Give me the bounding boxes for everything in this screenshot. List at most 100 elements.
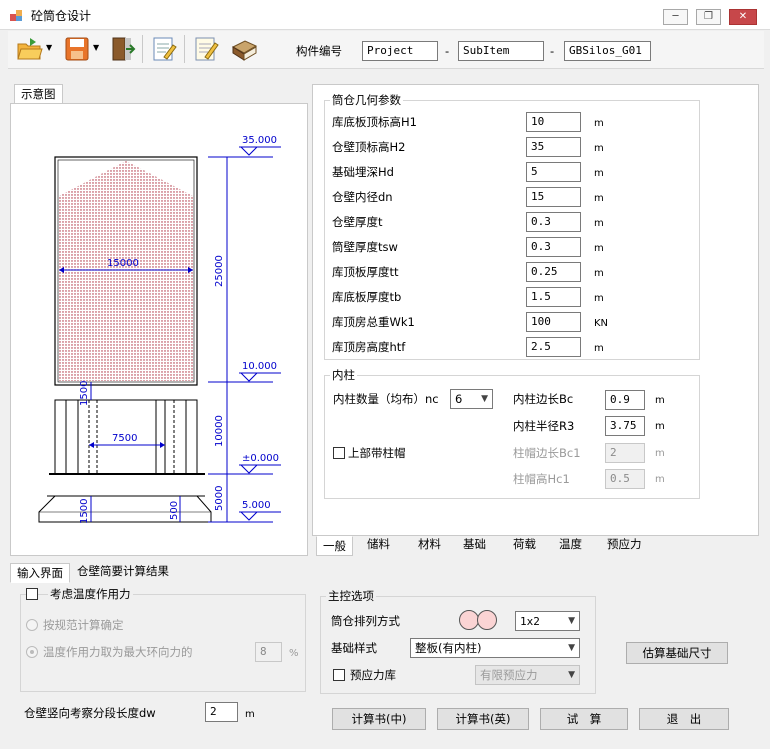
chevron-down-icon: ▼ — [481, 394, 488, 404]
cap-side-field[interactable]: 2 — [605, 443, 645, 463]
column-side-label: 内柱边长Bc — [513, 392, 574, 406]
geom-unit: m — [594, 243, 604, 254]
geom-label: 仓壁顶标高H2 — [332, 140, 406, 154]
geom-label: 仓壁内径dn — [332, 190, 393, 204]
percent-field[interactable]: 8 — [255, 642, 282, 662]
save-dropdown-icon[interactable]: ▼ — [93, 43, 99, 52]
chevron-down-icon: ▼ — [568, 670, 575, 680]
height-dim-label: 25000 — [214, 255, 225, 287]
separator-dash: - — [550, 44, 555, 58]
calc-report-en-button[interactable]: 计算书(英) — [437, 708, 529, 730]
notepad-icon[interactable] — [150, 35, 178, 63]
tab-diagram[interactable]: 示意图 — [14, 84, 63, 104]
percent-unit: % — [289, 648, 299, 659]
tab-input[interactable]: 输入界面 — [10, 563, 70, 583]
geometry-group-title: 筒仓几何参数 — [330, 93, 403, 107]
minimize-button[interactable]: ─ — [663, 9, 688, 25]
close-button[interactable]: ✕ — [729, 9, 757, 25]
geom-label: 基础埋深Hd — [332, 165, 394, 179]
arrange-select[interactable]: 1x2 ▼ — [515, 611, 580, 631]
column-radius-field[interactable]: 3.75 — [605, 416, 645, 436]
column-radius-unit: m — [655, 421, 665, 432]
elevation-bottom-label: 5.000 — [242, 500, 271, 511]
estimate-foundation-button[interactable]: 估算基础尺寸 — [626, 642, 728, 664]
cap-side-unit: m — [655, 448, 665, 459]
temperature-checkbox[interactable] — [26, 588, 38, 600]
geom-field[interactable]: 100 — [526, 312, 581, 332]
prestress-checkbox[interactable] — [333, 669, 345, 681]
geom-unit: m — [594, 168, 604, 179]
main-options-title: 主控选项 — [326, 589, 376, 603]
segment-length-label: 仓壁竖向考察分段长度dw — [24, 706, 156, 720]
foundation-select[interactable]: 整板(有内柱) ▼ — [410, 638, 580, 658]
geom-unit: m — [594, 193, 604, 204]
elevation-top-label: 35.000 — [242, 135, 277, 146]
exit-door-icon[interactable] — [108, 35, 136, 63]
open-dropdown-icon[interactable]: ▼ — [46, 43, 52, 52]
toolbar-separator — [184, 35, 185, 63]
slab-dim-label: 1500 — [79, 381, 90, 406]
edit-note-icon[interactable] — [192, 35, 220, 63]
foundation-label: 基础样式 — [331, 641, 377, 655]
segment-length-field[interactable]: 2 — [205, 702, 238, 722]
geom-field[interactable]: 1.5 — [526, 287, 581, 307]
column-cap-label: 上部带柱帽 — [348, 446, 406, 460]
tab-param-6[interactable]: 预应力 — [600, 534, 649, 554]
geom-unit: m — [594, 218, 604, 229]
project-field[interactable]: Project — [362, 41, 438, 61]
tab-param-5[interactable]: 温度 — [552, 534, 589, 554]
geom-field[interactable]: 15 — [526, 187, 581, 207]
cap-side-label: 柱帽边长Bc1 — [513, 446, 581, 460]
column-spacing-label: 7500 — [112, 433, 137, 444]
column-side-field[interactable]: 0.9 — [605, 390, 645, 410]
by-spec-radio[interactable] — [26, 619, 38, 631]
tab-param-3[interactable]: 基础 — [456, 534, 493, 554]
foundation-dim-label: 1500 — [79, 499, 90, 524]
geom-field[interactable]: 5 — [526, 162, 581, 182]
app-icon — [10, 9, 23, 22]
diameter-dim-label: 15000 — [107, 258, 139, 269]
geom-field[interactable]: 10 — [526, 112, 581, 132]
column-count-value: 6 — [455, 392, 463, 406]
max-ring-label: 温度作用力取为最大环向力的 — [43, 645, 193, 659]
geom-field[interactable]: 0.3 — [526, 212, 581, 232]
maximize-button[interactable]: ❐ — [696, 9, 721, 25]
segment-length-unit: m — [245, 709, 255, 720]
silo-elevation-drawing: 35.000 10.000 ±0.000 5.000 15000 7500 25… — [38, 135, 281, 524]
prestress-label: 预应力库 — [350, 668, 396, 682]
exit-button[interactable]: 退 出 — [639, 708, 729, 730]
open-folder-icon[interactable] — [16, 35, 44, 63]
component-id-label: 构件编号 — [296, 44, 342, 58]
toolbar: ▼ ▼ 构件编号 Project - SubItem - GBSilos_G01 — [8, 31, 764, 69]
geom-label: 库顶房高度htf — [332, 340, 406, 354]
silo-arrangement-icon — [458, 609, 498, 631]
book-icon[interactable] — [230, 35, 258, 63]
title-bar: 砼筒仓设计 ─ ❐ ✕ — [0, 0, 770, 30]
max-ring-radio[interactable] — [26, 646, 38, 658]
geom-label: 库底板厚度tb — [332, 290, 402, 304]
save-icon[interactable] — [63, 35, 91, 63]
tab-param-4[interactable]: 荷载 — [506, 534, 543, 554]
subitem-field[interactable]: SubItem — [458, 41, 544, 61]
chevron-down-icon: ▼ — [568, 643, 575, 653]
cap-height-field[interactable]: 0.5 — [605, 469, 645, 489]
geom-label: 库顶房总重Wk1 — [332, 315, 415, 329]
column-count-select[interactable]: 6 ▼ — [450, 389, 493, 409]
tab-param-2[interactable]: 材料 — [411, 534, 448, 554]
foundation-value: 整板(有内柱) — [415, 641, 482, 655]
geom-field[interactable]: 0.25 — [526, 262, 581, 282]
column-count-label: 内柱数量（均布）nc — [333, 392, 439, 406]
tab-param-0[interactable]: 一般 — [316, 536, 353, 556]
trial-calc-button[interactable]: 试 算 — [540, 708, 628, 730]
geom-field[interactable]: 0.3 — [526, 237, 581, 257]
geom-label: 库顶板厚度tt — [332, 265, 399, 279]
column-cap-checkbox[interactable] — [333, 447, 345, 459]
code-field[interactable]: GBSilos_G01 — [564, 41, 651, 61]
tab-param-1[interactable]: 储料 — [360, 534, 397, 554]
tab-wall-results[interactable]: 仓壁简要计算结果 — [70, 561, 176, 581]
calc-report-cn-button[interactable]: 计算书(中) — [332, 708, 426, 730]
geom-field[interactable]: 2.5 — [526, 337, 581, 357]
depth-dim-label: 5000 — [214, 486, 225, 511]
prestress-select[interactable]: 有限预应力 ▼ — [475, 665, 580, 685]
geom-field[interactable]: 35 — [526, 137, 581, 157]
